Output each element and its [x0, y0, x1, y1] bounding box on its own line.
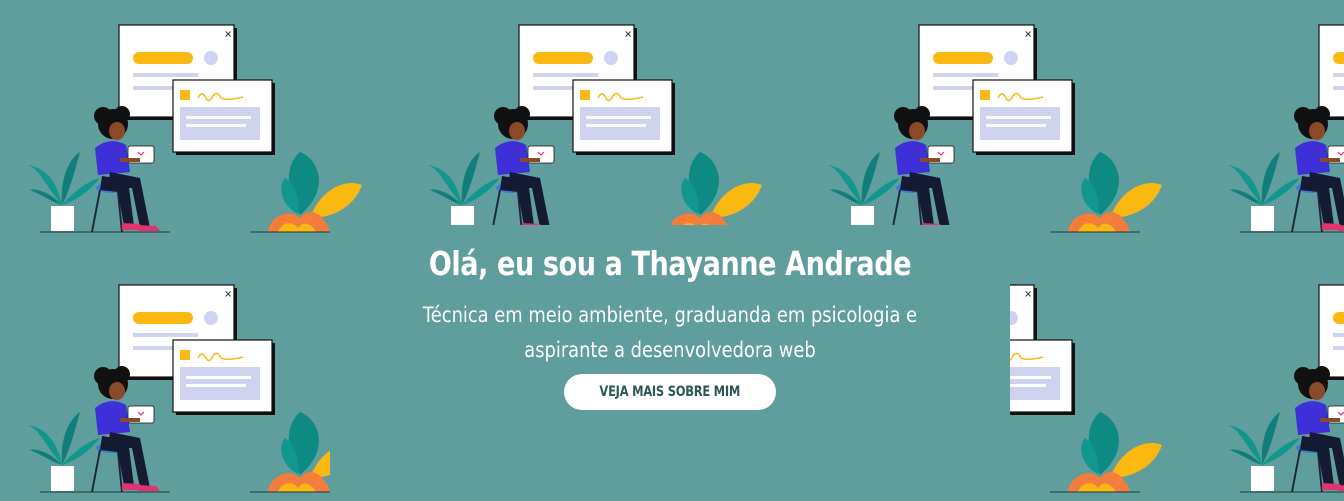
- hero-subtitle: Técnica em meio ambiente, graduanda em p…: [422, 303, 918, 362]
- see-more-button-label: VEJA MAIS SOBRE MIM: [599, 384, 741, 400]
- see-more-about-me-button[interactable]: VEJA MAIS SOBRE MIM: [564, 374, 776, 410]
- hero-content: Olá, eu sou a Thayanne Andrade Técnica e…: [330, 240, 1010, 410]
- page-title: Olá, eu sou a Thayanne Andrade: [428, 244, 912, 283]
- hero-section: ×: [0, 0, 1344, 501]
